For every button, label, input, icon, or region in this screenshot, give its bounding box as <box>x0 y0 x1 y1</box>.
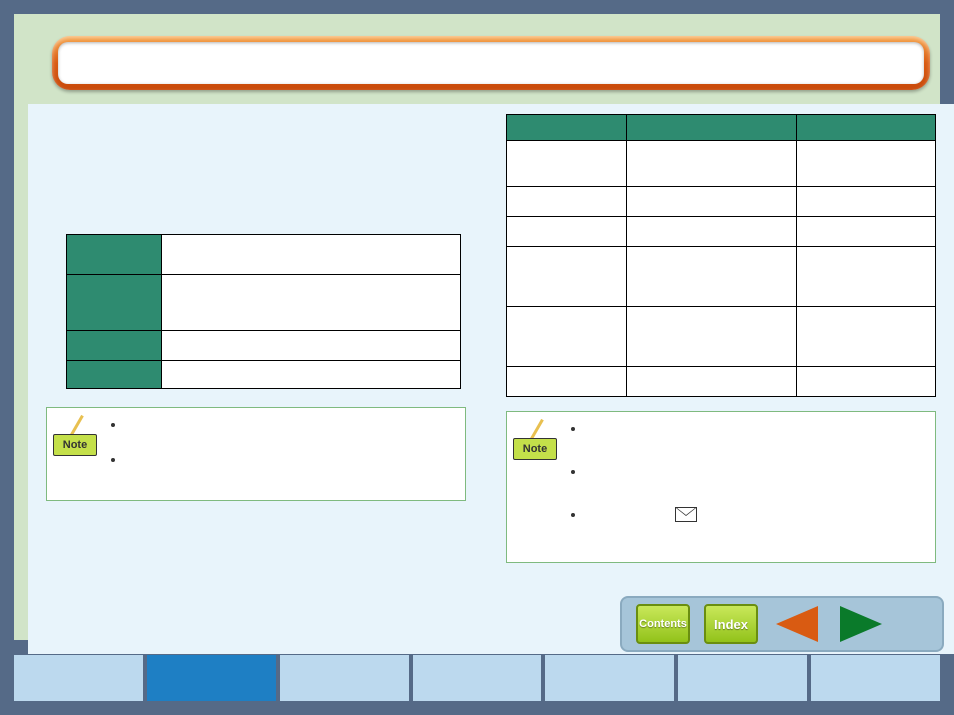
cell <box>797 247 936 307</box>
left-table-value <box>162 275 461 331</box>
list-item <box>585 420 925 437</box>
cell <box>627 247 797 307</box>
note-badge: Note <box>53 434 97 456</box>
table-row <box>507 247 936 307</box>
cell <box>627 367 797 397</box>
index-button[interactable]: Index <box>704 604 758 644</box>
footer-tabs <box>14 655 940 701</box>
table-row <box>507 307 936 367</box>
note-icon: Note <box>517 420 559 548</box>
footer-tab[interactable] <box>14 655 143 701</box>
cell <box>507 367 627 397</box>
left-table-value <box>162 235 461 275</box>
right-table-header <box>797 115 936 141</box>
left-table <box>66 234 461 389</box>
right-table-header <box>507 115 627 141</box>
left-table-label <box>67 235 162 275</box>
table-row <box>67 235 461 275</box>
arrow-right-icon <box>840 606 882 642</box>
footer-tab[interactable] <box>413 655 542 701</box>
left-column: Note <box>46 114 476 594</box>
list-item <box>125 451 455 468</box>
footer-tab[interactable] <box>811 655 940 701</box>
cell <box>507 247 627 307</box>
cell <box>627 187 797 217</box>
right-table-header <box>627 115 797 141</box>
left-note-box: Note <box>46 407 466 501</box>
right-column: Note <box>506 114 936 594</box>
cell <box>507 217 627 247</box>
page-title <box>58 42 924 84</box>
cell <box>797 217 936 247</box>
list-item <box>585 506 925 523</box>
table-header-row <box>507 115 936 141</box>
cell <box>507 307 627 367</box>
list-item <box>125 416 455 433</box>
right-note-box: Note <box>506 411 936 563</box>
cell <box>797 187 936 217</box>
table-row <box>67 361 461 389</box>
left-table-value <box>162 331 461 361</box>
footer-tab[interactable] <box>280 655 409 701</box>
right-note-list <box>585 420 925 548</box>
contents-button[interactable]: Contents <box>636 604 690 644</box>
table-row <box>67 331 461 361</box>
table-row <box>67 275 461 331</box>
content-area: Note <box>28 104 954 654</box>
cell <box>797 307 936 367</box>
prev-page-button[interactable] <box>772 604 822 644</box>
left-note-list <box>125 416 455 486</box>
header-area: Note <box>14 14 940 640</box>
arrow-left-icon <box>776 606 818 642</box>
nav-bar: Contents Index <box>620 596 944 652</box>
footer-tab[interactable] <box>678 655 807 701</box>
cell <box>797 367 936 397</box>
note-badge: Note <box>513 438 557 460</box>
left-table-label <box>67 275 162 331</box>
left-table-label <box>67 361 162 389</box>
list-item <box>585 463 925 480</box>
table-row <box>507 141 936 187</box>
cell <box>627 141 797 187</box>
left-table-label <box>67 331 162 361</box>
footer-tab[interactable] <box>545 655 674 701</box>
table-row <box>507 187 936 217</box>
cell <box>507 187 627 217</box>
right-table <box>506 114 936 397</box>
footer-tab[interactable] <box>147 655 276 701</box>
title-bar <box>52 36 930 90</box>
cell <box>627 307 797 367</box>
cell <box>797 141 936 187</box>
note-icon: Note <box>57 416 99 486</box>
left-table-value <box>162 361 461 389</box>
envelope-icon <box>675 507 697 522</box>
table-row <box>507 367 936 397</box>
next-page-button[interactable] <box>836 604 886 644</box>
cell <box>507 141 627 187</box>
table-row <box>507 217 936 247</box>
cell <box>627 217 797 247</box>
